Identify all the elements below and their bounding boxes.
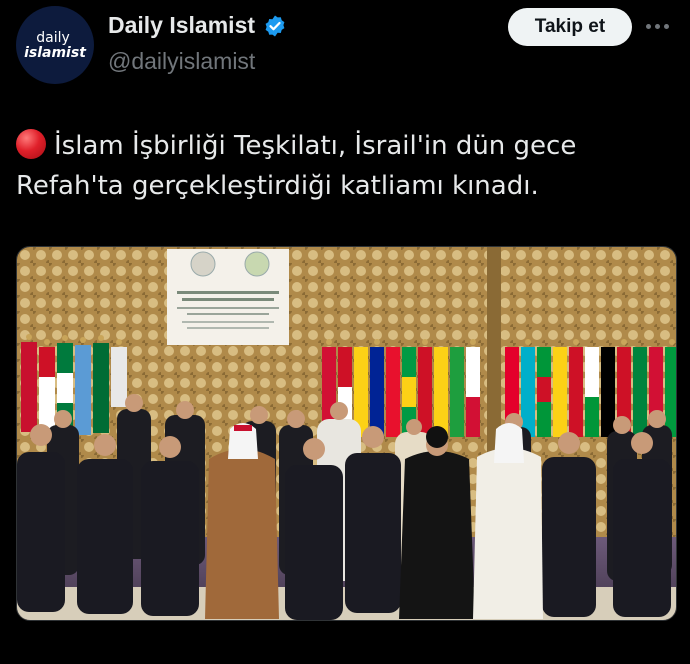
summit-group-photo — [17, 247, 676, 620]
more-horizontal-icon[interactable] — [646, 16, 674, 36]
tweet-photo[interactable] — [16, 246, 677, 621]
handle[interactable]: @dailyislamist — [108, 48, 255, 75]
name-row: Daily Islamist — [108, 12, 287, 39]
display-name[interactable]: Daily Islamist — [108, 12, 255, 39]
red-circle-icon — [16, 129, 46, 159]
verified-badge-icon — [265, 15, 285, 36]
follow-button[interactable]: Takip et — [508, 8, 632, 46]
tweet-text: İslam İşbirliği Teşkilatı, İsrail'in dün… — [16, 131, 577, 201]
tweet-text-container: İslam İşbirliği Teşkilatı, İsrail'in dün… — [16, 126, 656, 206]
avatar-text-islamist: islamist — [24, 44, 86, 61]
avatar-text-daily: daily — [36, 29, 70, 46]
avatar[interactable]: daily islamist — [16, 6, 94, 84]
